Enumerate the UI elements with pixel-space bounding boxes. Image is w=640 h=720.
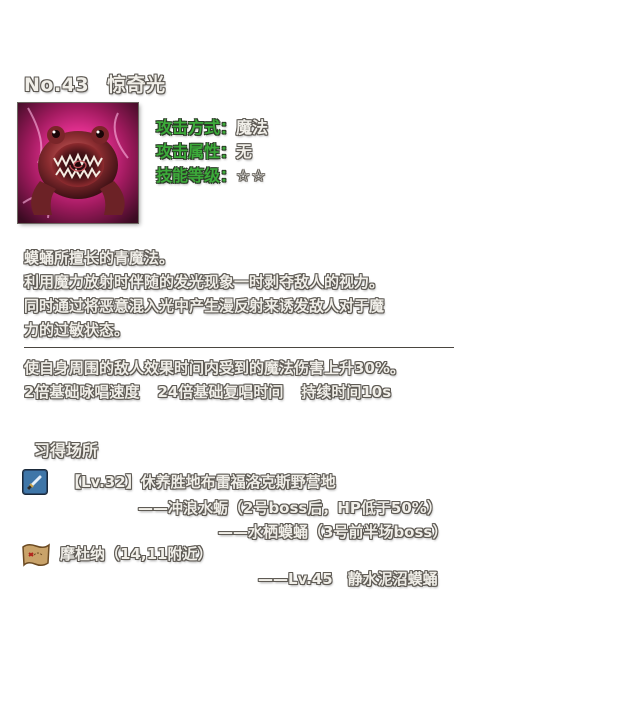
duration: 持续时间10s <box>301 383 392 401</box>
skill-number: No.43 <box>24 74 90 96</box>
description-line: 力的过敏状态。 <box>24 321 130 339</box>
attack-type-label: 攻击方式： <box>156 118 237 137</box>
description-line: 同时通过将恶意混入光中产生漫反射来诱发敌人对于魔 <box>24 297 385 315</box>
skill-portrait <box>18 103 138 223</box>
recast-time: 24倍基础复唱时间 <box>157 383 284 401</box>
effect-line: 使自身周围的敌人效果时间内受到的魔法伤害上升30%。 <box>24 359 405 377</box>
skill-title: No.43 惊奇光 <box>24 70 166 97</box>
skill-rank-row: 技能等级：☆☆ <box>156 164 268 188</box>
source-detail: ——Lv.45 静水泥沼蟆蛹 <box>258 570 438 588</box>
attack-element-value: 无 <box>236 142 253 161</box>
toad-creature-image <box>18 103 138 223</box>
skill-description: 蟆蛹所擅长的青魔法。 利用魔力放射时伴随的发光现象一时剥夺敌人的视力。 同时通过… <box>24 246 464 342</box>
source-detail: ——水栖蟆蛹（3号前半场boss） <box>218 523 448 541</box>
source-location: 【Lv.32】休养胜地布雷福洛克斯野营地 <box>66 473 336 491</box>
attack-element-row: 攻击属性：无 <box>156 140 268 164</box>
source-location: 摩杜纳（14,11附近） <box>60 545 213 563</box>
skill-rank-stars: ☆☆ <box>236 166 267 185</box>
description-line: 利用魔力放射时伴随的发光现象一时剥夺敌人的视力。 <box>24 273 385 291</box>
acquisition-title: 习得场所 <box>34 441 99 460</box>
attack-element-label: 攻击属性： <box>156 142 237 161</box>
dungeon-sword-icon <box>22 469 48 495</box>
skill-attributes: 攻击方式：魔法 攻击属性：无 技能等级：☆☆ <box>156 116 268 188</box>
description-line: 蟆蛹所擅长的青魔法。 <box>24 249 175 267</box>
attack-type-row: 攻击方式：魔法 <box>156 116 268 140</box>
skill-name: 惊奇光 <box>107 74 166 96</box>
divider <box>24 347 454 348</box>
treasure-map-icon <box>20 541 52 569</box>
skill-effect: 使自身周围的敌人效果时间内受到的魔法伤害上升30%。 2倍基础咏唱速度 24倍基础… <box>24 356 484 404</box>
attack-type-value: 魔法 <box>236 118 269 137</box>
cast-speed: 2倍基础咏唱速度 <box>24 383 140 401</box>
source-detail: ——冲浪水蛎（2号boss后，HP低于50%） <box>138 499 442 517</box>
skill-rank-label: 技能等级： <box>156 166 237 185</box>
effect-stats: 2倍基础咏唱速度 24倍基础复唱时间 持续时间10s <box>24 380 484 404</box>
